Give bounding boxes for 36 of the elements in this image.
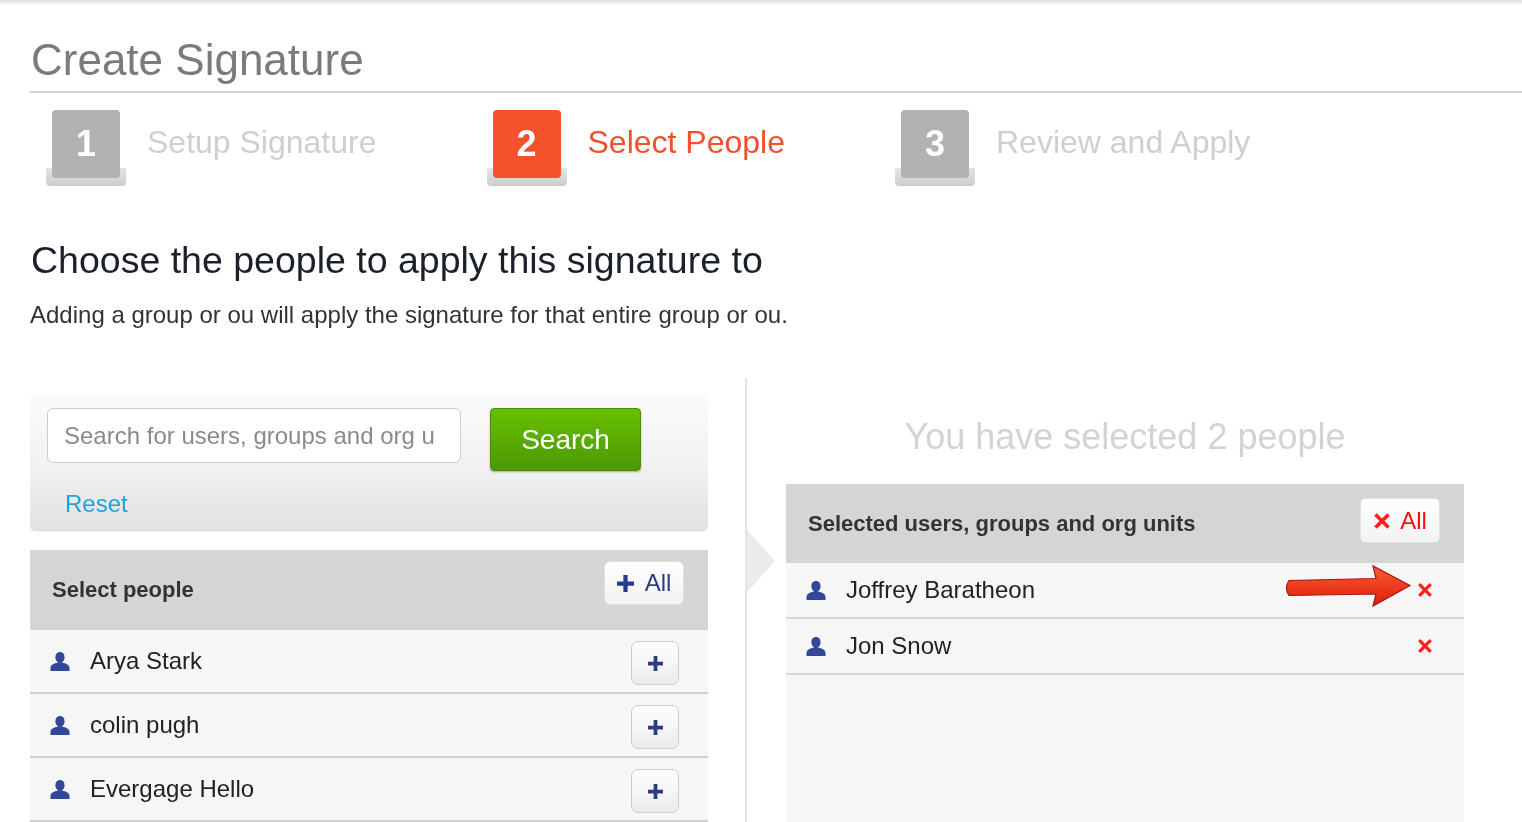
person-name: colin pugh xyxy=(90,710,201,740)
remove-button[interactable] xyxy=(1417,638,1433,654)
add-all-button[interactable]: All xyxy=(604,561,684,605)
list-title: Select people xyxy=(52,577,194,603)
add-button[interactable] xyxy=(631,769,679,813)
step-label: Select People xyxy=(587,123,785,162)
add-button[interactable] xyxy=(631,705,679,749)
section-heading: Choose the people to apply this signature to xyxy=(31,238,764,282)
page-title: Create Signature xyxy=(31,34,365,86)
plus-icon xyxy=(647,719,663,735)
cross-icon xyxy=(1417,582,1433,598)
cross-icon xyxy=(1373,511,1392,530)
step-number: 2 xyxy=(486,110,567,186)
person-name: Jon Snow xyxy=(846,631,953,661)
help-text: Adding a group or ou will apply the signature for that entire group or ou. xyxy=(30,300,789,330)
person-icon xyxy=(50,715,70,735)
remove-button[interactable] xyxy=(1417,582,1433,598)
search-field[interactable]: Search for users, groups and org u xyxy=(47,408,461,463)
person-icon xyxy=(806,636,826,656)
reset-link[interactable]: Reset xyxy=(65,489,128,519)
search-button[interactable]: Search xyxy=(490,408,641,471)
person-name: Arya Stark xyxy=(90,646,204,676)
plus-icon xyxy=(647,655,663,671)
plus-icon xyxy=(616,574,634,592)
person-name: Joffrey Baratheon xyxy=(846,575,1036,605)
person-icon xyxy=(806,580,826,600)
person-name: Evergage Hello xyxy=(90,774,256,804)
remove-all-button[interactable]: All xyxy=(1360,498,1440,543)
step-number: 3 xyxy=(894,110,975,186)
add-button[interactable] xyxy=(631,641,679,685)
plus-icon xyxy=(647,783,663,799)
list-title: Selected users, groups and org units xyxy=(808,510,1196,537)
person-icon xyxy=(50,651,70,671)
cross-icon xyxy=(1417,638,1433,654)
step-number: 1 xyxy=(46,110,126,186)
person-icon xyxy=(50,779,70,799)
